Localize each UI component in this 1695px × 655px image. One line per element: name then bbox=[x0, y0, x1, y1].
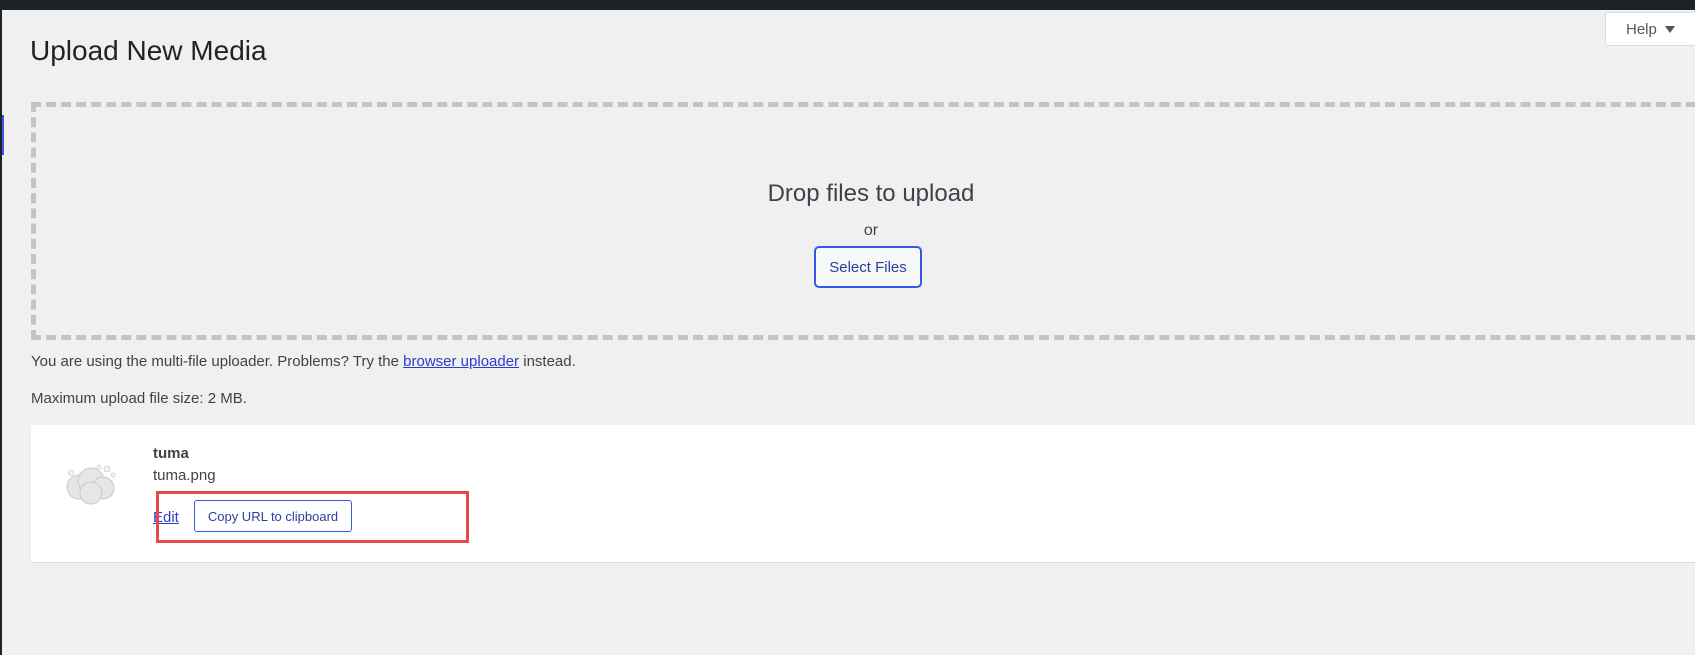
help-label: Help bbox=[1626, 20, 1657, 38]
drop-zone-or: or bbox=[863, 222, 879, 239]
max-upload-size: Maximum upload file size: 2 MB. bbox=[31, 390, 247, 407]
uploader-info: You are using the multi-file uploader. P… bbox=[31, 353, 576, 370]
help-tab-button[interactable]: Help bbox=[1605, 12, 1695, 46]
browser-uploader-link[interactable]: browser uploader bbox=[403, 353, 519, 370]
uploader-info-prefix: You are using the multi-file uploader. P… bbox=[31, 353, 399, 370]
image-thumbnail-icon bbox=[66, 464, 116, 505]
admin-content: Help Upload New Media Drop files to uplo… bbox=[2, 10, 1695, 655]
media-title: tuma bbox=[153, 445, 189, 462]
drop-zone[interactable]: Drop files to upload or Select Files bbox=[31, 102, 1695, 340]
drop-zone-title: Drop files to upload bbox=[767, 180, 975, 207]
page-title: Upload New Media bbox=[30, 35, 267, 66]
uploader-info-suffix: instead. bbox=[523, 353, 576, 370]
media-item: tuma tuma.png Edit Copy URL to clipboard bbox=[31, 425, 1695, 563]
copy-url-button[interactable]: Copy URL to clipboard bbox=[194, 500, 352, 532]
select-files-button[interactable]: Select Files bbox=[815, 247, 921, 287]
media-filename: tuma.png bbox=[153, 467, 216, 484]
caret-down-icon bbox=[1664, 26, 1675, 33]
edit-media-link[interactable]: Edit bbox=[153, 509, 179, 526]
left-edge-indicator bbox=[2, 115, 4, 155]
